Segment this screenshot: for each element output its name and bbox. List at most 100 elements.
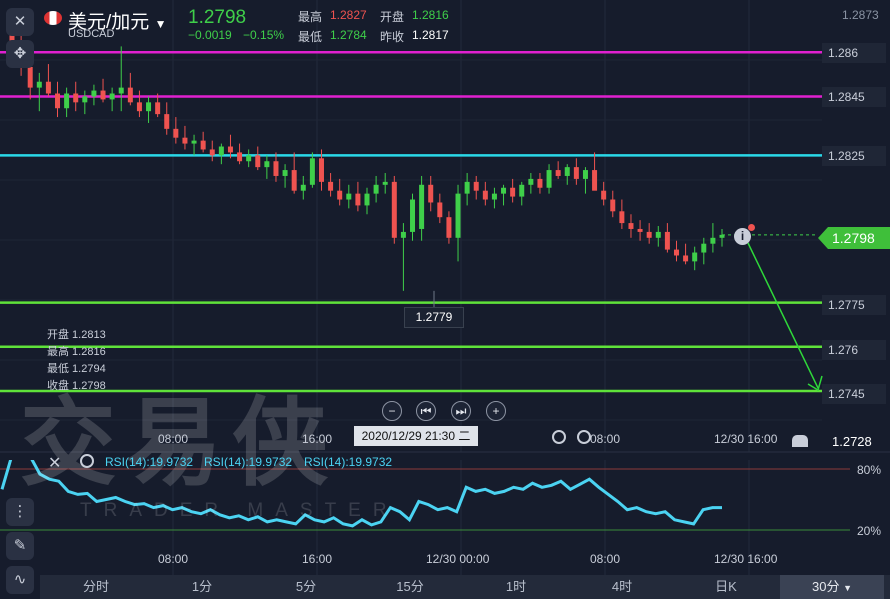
rsi-time-label: 16:00 bbox=[302, 552, 333, 566]
step-forward-button[interactable]: ⏭ bbox=[451, 401, 471, 421]
step-back-icon: ⏮ bbox=[420, 404, 432, 418]
candle-body bbox=[164, 114, 170, 129]
candle-body bbox=[337, 190, 343, 200]
candle-body bbox=[637, 228, 643, 232]
tab-30min[interactable]: 30分 ▼ bbox=[780, 575, 884, 599]
candle-body bbox=[346, 193, 352, 200]
candle-body bbox=[619, 211, 625, 224]
candle-body bbox=[473, 181, 479, 191]
tab-fenshi[interactable]: 分时 bbox=[56, 575, 136, 599]
candle-body bbox=[628, 223, 634, 229]
eye-icon[interactable] bbox=[80, 454, 94, 468]
pencil-icon: ✎ bbox=[13, 537, 27, 554]
step-forward-icon: ⏭ bbox=[455, 404, 467, 418]
info-icon[interactable]: i bbox=[734, 228, 751, 245]
candle-body bbox=[45, 81, 51, 94]
close-icon[interactable]: ✕ bbox=[6, 8, 34, 36]
candle-body bbox=[555, 170, 561, 176]
level-tag-1: 1.286 bbox=[822, 43, 886, 63]
rsi-label: RSI(14):19.9732 bbox=[304, 455, 393, 469]
rsi-label: RSI(14):19.9732 bbox=[204, 455, 293, 469]
chevron-down-icon[interactable]: ▼ bbox=[155, 17, 167, 31]
candle-body bbox=[692, 252, 698, 262]
indicator-tool-button[interactable]: ∿ bbox=[6, 566, 34, 594]
lock-icon[interactable] bbox=[792, 435, 808, 447]
candle-body bbox=[200, 140, 206, 150]
time-axis-label: 08:00 bbox=[590, 432, 621, 446]
rsi-time-label: 12/30 00:00 bbox=[426, 552, 490, 566]
candle-body bbox=[464, 181, 470, 194]
indicator-icon: ∿ bbox=[13, 571, 27, 588]
open-value: 1.2816 bbox=[412, 8, 449, 22]
candle-body bbox=[127, 87, 133, 103]
candle-body bbox=[400, 231, 406, 238]
candle-body bbox=[646, 231, 652, 238]
tab-15min[interactable]: 15分 bbox=[370, 575, 450, 599]
candle-body bbox=[182, 137, 188, 144]
candle-body bbox=[710, 237, 716, 244]
candle-body bbox=[328, 181, 334, 191]
candle-body bbox=[227, 146, 233, 153]
candle-body bbox=[573, 167, 579, 179]
candle-body bbox=[528, 178, 534, 185]
zoom-in-icon: + bbox=[492, 404, 500, 418]
candle-body bbox=[300, 184, 306, 191]
rsi-level-high: 80% bbox=[857, 463, 882, 477]
candle-body bbox=[309, 158, 315, 185]
candle-body bbox=[655, 231, 661, 238]
candle-body bbox=[582, 170, 588, 179]
tab-5min[interactable]: 5分 bbox=[266, 575, 346, 599]
candle-body bbox=[519, 184, 525, 197]
step-back-button[interactable]: ⏮ bbox=[416, 401, 436, 421]
candle-body bbox=[410, 199, 416, 232]
rsi-label: RSI(14):19.9732 bbox=[105, 455, 194, 469]
candle-body bbox=[273, 161, 279, 176]
low-label: 最低 bbox=[298, 30, 323, 44]
candle-body bbox=[391, 181, 397, 238]
tab-4hour[interactable]: 4时 bbox=[582, 575, 662, 599]
tab-daily[interactable]: 日K bbox=[686, 575, 766, 599]
candle-body bbox=[36, 81, 42, 88]
prev-close-value: 1.2817 bbox=[412, 28, 449, 42]
crosshair-time-label: 2020/12/29 21:30 二 bbox=[354, 426, 478, 446]
candle-body bbox=[282, 170, 288, 176]
open-label: 开盘 bbox=[380, 10, 405, 24]
chevron-down-icon: ▼ bbox=[843, 583, 852, 593]
rsi-time-label: 08:00 bbox=[158, 552, 189, 566]
low-marker-label: 1.2779 bbox=[404, 307, 464, 328]
candle-body bbox=[537, 178, 543, 188]
candle-body bbox=[173, 128, 179, 138]
time-axis-label: 16:00 bbox=[302, 432, 333, 446]
crosshair-icon[interactable]: ✥ bbox=[6, 40, 34, 68]
candle-body bbox=[446, 217, 452, 238]
candle-body bbox=[109, 93, 115, 100]
candle-body bbox=[373, 184, 379, 194]
candle-body bbox=[664, 231, 670, 250]
candle-body bbox=[91, 90, 97, 97]
drawing-tool-button[interactable]: ⋮ bbox=[6, 498, 34, 526]
close-indicator-icon[interactable]: ✕ bbox=[48, 453, 61, 473]
zoom-out-button[interactable]: − bbox=[382, 401, 402, 421]
tab-1hour[interactable]: 1时 bbox=[476, 575, 556, 599]
zoom-in-button[interactable]: + bbox=[486, 401, 506, 421]
candle-body bbox=[191, 140, 197, 144]
candle-body bbox=[64, 93, 70, 109]
candle-body bbox=[136, 102, 142, 112]
candle-body bbox=[82, 96, 88, 103]
record-icon[interactable] bbox=[552, 430, 566, 444]
watermark-subtitle: TRADER MASTER bbox=[80, 500, 399, 521]
candle-body bbox=[255, 155, 261, 168]
candle-body bbox=[55, 93, 61, 109]
candle-body bbox=[610, 199, 616, 212]
trend-arrow-line bbox=[747, 242, 819, 389]
pencil-tool-button[interactable]: ✎ bbox=[6, 532, 34, 560]
symbol-code: USDCAD bbox=[68, 28, 115, 40]
ohlc-high: 最高 1.2816 bbox=[47, 346, 106, 358]
candle-body bbox=[482, 190, 488, 200]
candle-body bbox=[218, 146, 224, 156]
record-icon[interactable] bbox=[577, 430, 591, 444]
tab-1min[interactable]: 1分 bbox=[162, 575, 242, 599]
candle-body bbox=[428, 184, 434, 203]
price-change: −0.0019 bbox=[188, 28, 232, 42]
level-tag-4: 1.2775 bbox=[822, 295, 886, 315]
